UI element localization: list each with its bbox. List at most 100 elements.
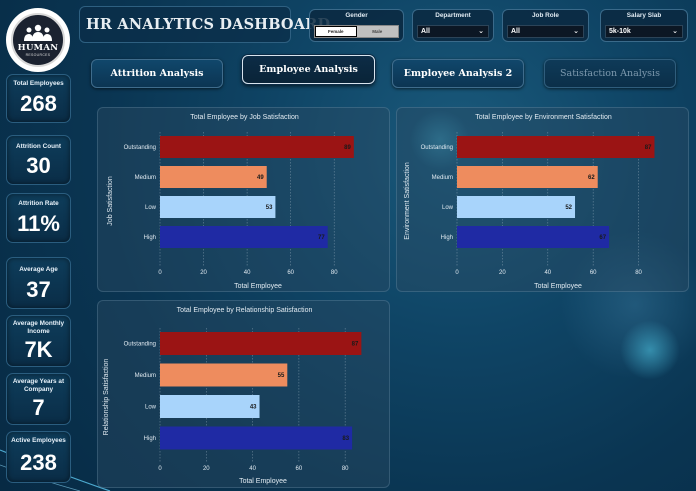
kpi-value: 37 [26,277,51,302]
x-axis-title: Total Employee [234,283,282,290]
x-tick-label: 20 [200,270,207,276]
chart-title: Total Employee by Job Satisfaction [190,114,299,121]
chart-panel-relationship-satisfaction: Total Employee by Relationship Satisfact… [97,300,390,488]
x-tick-label: 20 [203,466,210,472]
data-label: 53 [266,205,273,211]
logo-word: HUMAN [17,42,59,53]
data-label: 83 [342,436,349,442]
bar-low [457,196,576,218]
job-role-select[interactable]: All ⌄ [507,25,584,38]
kpi-label: Total Employees [13,80,64,87]
category-label: Low [145,405,157,411]
background-glow [620,320,680,380]
nav-employee-analysis-button[interactable]: Employee Analysis [242,55,375,84]
x-tick-label: 0 [158,466,162,472]
x-tick-label: 40 [244,270,251,276]
x-tick-label: 0 [158,270,162,276]
job-satisfaction-bar-chart: Total Employee by Job Satisfaction 0 20 40 6… [107,114,354,290]
chevron-down-icon: ⌄ [478,28,484,35]
y-axis-title: Environment Satisfaction [404,162,411,240]
kpi-average-age: Average Age 37 [6,257,71,309]
kpi-total-employees: Total Employees 268 [6,74,71,123]
select-value: 5k-10k [609,28,631,35]
kpi-value: 268 [20,91,57,116]
nav-satisfaction-analysis-button[interactable]: Satisfaction Analysis [544,59,676,88]
kpi-attrition-rate: Attrition Rate 11% [6,193,71,243]
category-label: High [441,235,453,241]
relationship-satisfaction-bar-chart: Total Employee by Relationship Satisfact… [103,307,362,485]
nav-employee-analysis-2-button[interactable]: Employee Analysis 2 [392,59,524,88]
x-tick-label: 60 [590,270,597,276]
kpi-value: 7 [32,395,45,420]
filter-label: Gender [345,12,368,19]
data-label: 55 [278,373,285,379]
category-label: High [144,235,156,241]
x-tick-label: 0 [455,270,459,276]
y-axis-title: Relationship Satisfaction [103,359,110,436]
bar-outstanding [457,136,655,158]
chart-title: Total Employee by Environment Satisfacti… [475,114,612,121]
y-axis-title: Job Satisfaction [107,176,114,226]
category-label: High [144,436,156,442]
x-axis-title: Total Employee [534,283,582,290]
x-tick-label: 80 [635,270,642,276]
x-tick-label: 20 [499,270,506,276]
chevron-down-icon: ⌄ [672,28,678,35]
kpi-value: 7K [24,337,53,362]
bar-medium [160,166,267,188]
gender-option-male[interactable]: Male [356,26,398,37]
data-label: 89 [344,145,351,151]
page-title: HR ANALYTICS DASHBOARD [86,16,331,33]
x-tick-label: 40 [544,270,551,276]
filter-label: Salary Slab [626,12,662,19]
environment-satisfaction-bar-chart: Total Employee by Environment Satisfacti… [404,114,655,290]
data-label: 77 [318,235,325,241]
kpi-value: 30 [26,153,51,178]
x-tick-label: 60 [296,466,303,472]
hr-logo: HUMAN RESOURCES [6,8,70,72]
bar-medium [457,166,598,188]
bar-outstanding [160,332,362,355]
kpi-label: Attrition Count [15,143,62,150]
bar-low [160,196,276,218]
kpi-label: Average Monthly Income [12,320,65,335]
chart-panel-environment-satisfaction: Total Employee by Environment Satisfacti… [396,107,689,292]
kpi-label: Active Employees [11,437,66,444]
gender-filter: Gender Female Male [309,9,404,42]
chart-panel-job-satisfaction: Total Employee by Job Satisfaction 0 20 40 6… [97,107,390,292]
kpi-average-monthly-income: Average Monthly Income 7K [6,315,71,367]
x-tick-label: 80 [342,466,349,472]
salary-slab-filter: Salary Slab 5k-10k ⌄ [600,9,688,42]
kpi-active-employees: Active Employees 238 [6,431,71,483]
x-tick-label: 60 [287,270,294,276]
data-label: 87 [352,342,359,348]
data-label: 67 [599,235,606,241]
kpi-label: Average Age [19,266,58,273]
data-label: 87 [645,145,652,151]
filter-label: Job Role [532,12,559,19]
category-label: Medium [135,175,156,181]
people-group-icon [24,24,52,41]
gender-toggle: Female Male [314,25,399,38]
nav-attrition-analysis-button[interactable]: Attrition Analysis [91,59,223,88]
bar-high [457,226,610,248]
x-tick-label: 80 [331,270,338,276]
kpi-value: 238 [20,450,57,475]
data-label: 62 [588,175,595,181]
data-label: 49 [257,175,264,181]
category-label: Outstanding [124,145,156,151]
kpi-average-years-at-company: Average Years at Company 7 [6,373,71,425]
chart-title: Total Employee by Relationship Satisfact… [177,307,313,314]
bar-medium [160,363,288,387]
department-select[interactable]: All ⌄ [417,25,489,38]
chevron-down-icon: ⌄ [573,28,579,35]
department-filter: Department All ⌄ [412,9,494,42]
select-value: All [511,28,520,35]
kpi-label: Average Years at Company [12,378,65,393]
logo-subtitle: RESOURCES [25,52,51,57]
x-tick-label: 40 [249,466,256,472]
salary-slab-select[interactable]: 5k-10k ⌄ [605,25,683,38]
x-axis-title: Total Employee [239,478,287,485]
gender-option-female[interactable]: Female [315,26,357,37]
category-label: Outstanding [421,145,453,151]
